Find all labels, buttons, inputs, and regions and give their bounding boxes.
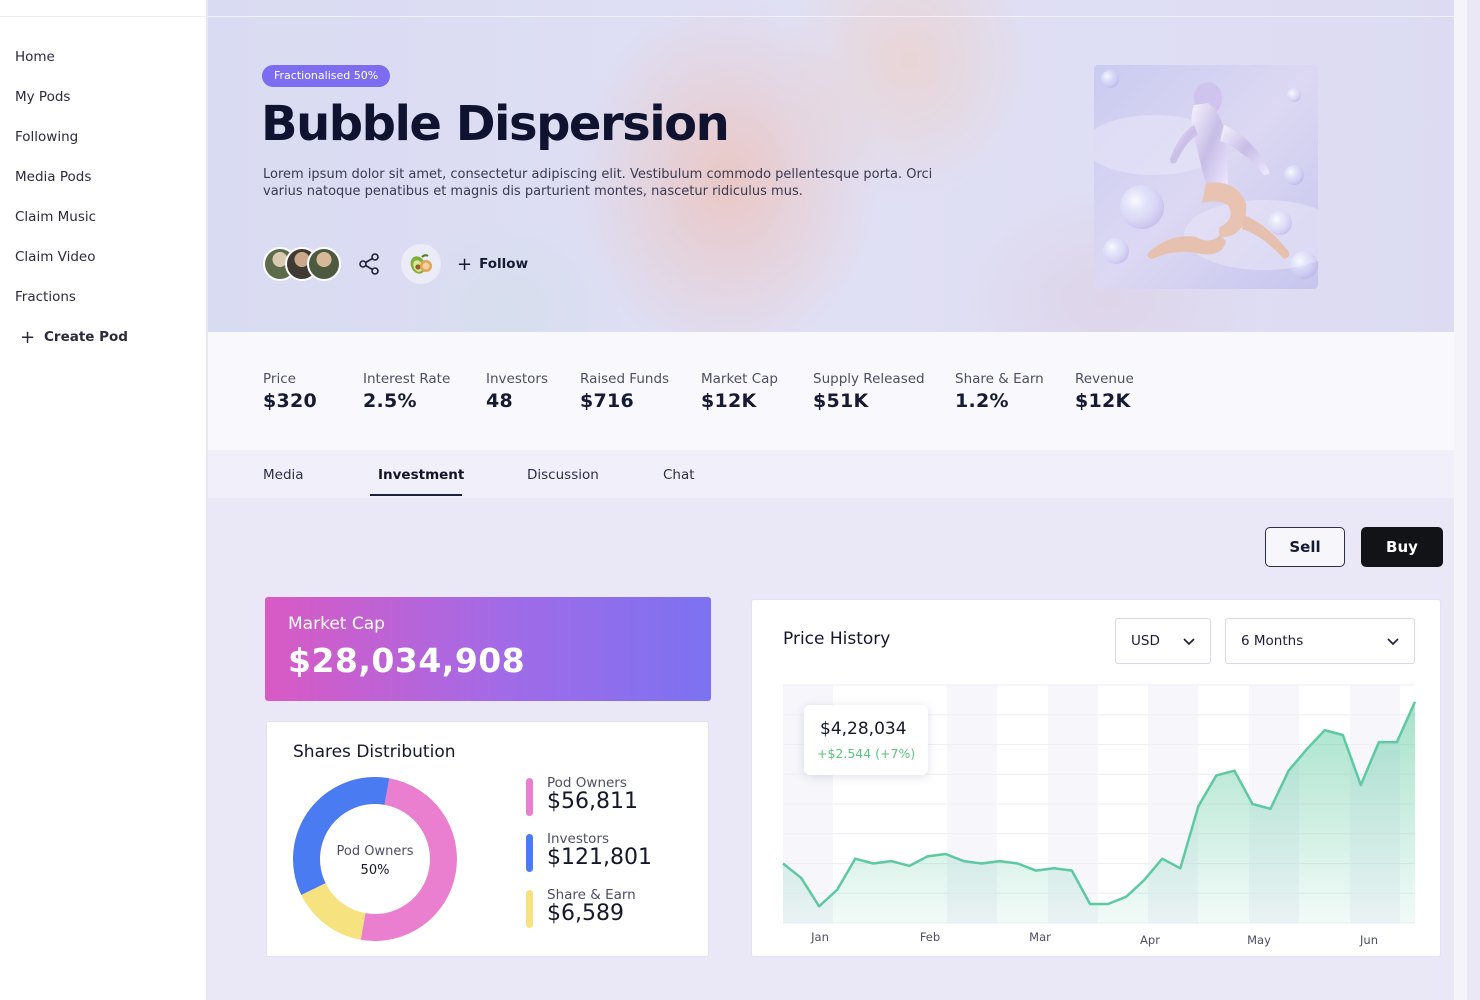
chevron-down-icon [1183, 638, 1195, 646]
cover-artwork [1094, 65, 1318, 289]
follow-button[interactable]: + Follow [457, 254, 528, 275]
pod-cover-image [1094, 65, 1318, 289]
currency-select-value: USD [1131, 633, 1160, 649]
stat-price: Price $320 [263, 371, 317, 412]
stat-label: Market Cap [701, 371, 778, 387]
avatar[interactable] [307, 247, 341, 281]
legend-value: $6,589 [547, 901, 624, 926]
pod-tabs: Media Investment Discussion Chat [208, 450, 1467, 498]
stat-interest-rate: Interest Rate 2.5% [363, 371, 450, 412]
tab-media[interactable]: Media [263, 467, 304, 483]
fruit-emoji-icon[interactable] [401, 244, 441, 284]
sidebar-item-following[interactable]: Following [0, 117, 206, 157]
pod-social-row: + Follow [263, 244, 528, 284]
x-axis-tick-label: Apr [1140, 933, 1160, 947]
x-axis-tick-label: May [1247, 933, 1271, 947]
sidebar: Home My Pods Following Media Pods Claim … [0, 0, 207, 1000]
legend-value: $121,801 [547, 845, 652, 870]
create-pod-label: Create Pod [44, 329, 128, 345]
price-history-title: Price History [783, 629, 891, 649]
fractionalised-badge: Fractionalised 50% [262, 65, 391, 87]
stat-label: Revenue [1075, 371, 1134, 387]
sell-button[interactable]: Sell [1265, 527, 1345, 567]
stat-label: Share & Earn [955, 371, 1044, 387]
page-scrollbar[interactable] [1454, 0, 1467, 1000]
stat-share-earn: Share & Earn 1.2% [955, 371, 1044, 412]
currency-select[interactable]: USD [1115, 618, 1211, 664]
donut-segment-share-earn [301, 883, 366, 940]
x-axis-tick-label: Feb [920, 930, 940, 944]
pod-title: Bubble Dispersion [261, 96, 730, 152]
share-icon[interactable] [357, 252, 381, 276]
follow-label: Follow [479, 256, 529, 272]
legend-color-bar [526, 890, 533, 928]
time-range-select-value: 6 Months [1241, 633, 1304, 649]
stat-value: 2.5% [363, 390, 417, 412]
stat-market-cap: Market Cap $12K [701, 371, 778, 412]
active-tab-indicator [370, 494, 462, 496]
price-history-card: Jan Feb Mar Apr May Jun Price History USD 6 M… [751, 599, 1441, 957]
sidebar-item-media-pods[interactable]: Media Pods [0, 157, 206, 197]
stat-label: Supply Released [813, 371, 925, 387]
sidebar-item-claim-music[interactable]: Claim Music [0, 197, 206, 237]
hero-top-divider [208, 16, 1467, 17]
stat-value: $51K [813, 390, 869, 412]
stat-supply-released: Supply Released $51K [813, 371, 925, 412]
stat-value: $716 [580, 390, 635, 412]
legend-color-bar [526, 778, 533, 816]
market-cap-label: Market Cap [288, 614, 385, 634]
chart-x-axis-labels: Jan Feb Mar Apr May Jun [810, 930, 1378, 947]
stat-label: Price [263, 371, 296, 387]
sidebar-item-my-pods[interactable]: My Pods [0, 77, 206, 117]
buy-button[interactable]: Buy [1361, 527, 1443, 567]
tab-chat[interactable]: Chat [663, 467, 695, 483]
stat-raised-funds: Raised Funds $716 [580, 371, 669, 412]
sidebar-item-fractions[interactable]: Fractions [0, 277, 206, 317]
stat-value: $12K [1075, 390, 1131, 412]
stat-value: 48 [486, 390, 514, 412]
tooltip-price: $4,28,034 [820, 719, 907, 739]
stat-investors: Investors 48 [486, 371, 548, 412]
shares-distribution-card: Shares Distribution Pod Owners 50% Pod O… [266, 721, 709, 957]
price-tooltip: $4,28,034 +$2.544 (+7%) [804, 705, 928, 775]
main-content: Fractionalised 50% Bubble Dispersion Lor… [208, 0, 1467, 1000]
stat-label: Raised Funds [580, 371, 670, 387]
x-axis-tick-label: Jun [1359, 933, 1378, 947]
sidebar-item-home[interactable]: Home [0, 37, 206, 77]
create-pod-button[interactable]: + Create Pod [0, 322, 206, 352]
pod-stats-bar: Price $320 Interest Rate 2.5% Investors … [208, 332, 1467, 450]
avocado-icon [410, 254, 432, 274]
x-axis-tick-label: Jan [810, 930, 829, 944]
pod-hero: Fractionalised 50% Bubble Dispersion Lor… [208, 0, 1467, 332]
shares-donut-chart: Pod Owners 50% [293, 777, 457, 941]
plus-icon: + [457, 253, 473, 275]
stat-revenue: Revenue $12K [1075, 371, 1134, 412]
stat-value: 1.2% [955, 390, 1009, 412]
stat-value: $320 [263, 390, 318, 412]
tooltip-change: +$2.544 (+7%) [817, 746, 916, 761]
shares-distribution-title: Shares Distribution [293, 742, 456, 762]
stat-value: $12K [701, 390, 757, 412]
x-axis-tick-label: Mar [1029, 930, 1051, 944]
sidebar-item-claim-video[interactable]: Claim Video [0, 237, 206, 277]
stat-label: Interest Rate [363, 371, 451, 387]
tab-discussion[interactable]: Discussion [527, 467, 599, 483]
market-cap-card: Market Cap $28,034,908 [265, 597, 711, 701]
plus-icon: + [20, 326, 36, 348]
donut-center-value: 50% [361, 863, 390, 878]
tab-investment[interactable]: Investment [378, 467, 464, 483]
time-range-select[interactable]: 6 Months [1225, 618, 1415, 664]
owner-avatars[interactable] [263, 247, 341, 281]
sidebar-top-divider [0, 0, 206, 17]
sidebar-nav: Home My Pods Following Media Pods Claim … [0, 17, 206, 317]
pod-description: Lorem ipsum dolor sit amet, consectetur … [263, 167, 933, 199]
donut-center-label: Pod Owners [337, 844, 414, 859]
market-cap-value: $28,034,908 [288, 641, 526, 680]
legend-value: $56,811 [547, 789, 638, 814]
legend-color-bar [526, 834, 533, 872]
chevron-down-icon [1387, 638, 1399, 646]
stat-label: Investors [486, 371, 549, 387]
